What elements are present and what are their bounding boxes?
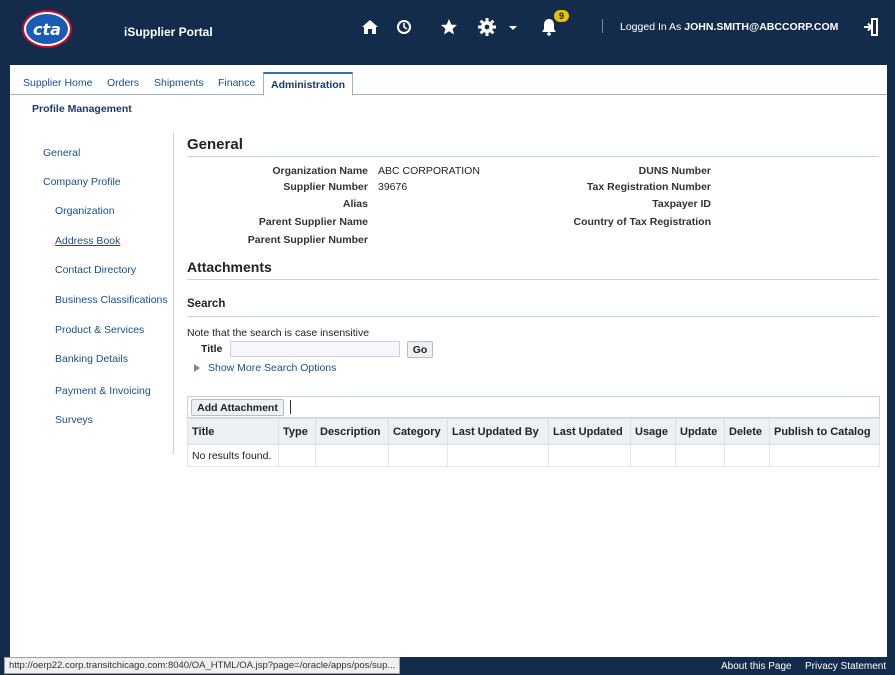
tab-finance[interactable]: Finance xyxy=(218,77,255,89)
cta-logo[interactable]: cta xyxy=(22,10,72,48)
empty-results-text: No results found. xyxy=(187,444,279,467)
app-header: cta iSupplier Portal 9 Logged In As JOHN… xyxy=(0,0,895,65)
table-cell xyxy=(769,444,880,467)
nav-banking-details[interactable]: Banking Details xyxy=(55,353,128,365)
tab-supplier-home[interactable]: Supplier Home xyxy=(23,77,92,89)
table-cell xyxy=(675,444,725,467)
privacy-statement-link[interactable]: Privacy Statement xyxy=(805,661,886,672)
about-this-page-link[interactable]: About this Page xyxy=(721,661,792,672)
chevron-down-icon[interactable] xyxy=(509,15,517,39)
add-attachment-button[interactable]: Add Attachment xyxy=(191,399,284,416)
col-last-updated[interactable]: Last Updated xyxy=(548,418,631,445)
taxpayer-id-label: Taxpayer ID xyxy=(652,198,711,210)
org-name-label: Organization Name xyxy=(272,165,368,177)
portal-title: iSupplier Portal xyxy=(124,25,213,39)
table-cell xyxy=(724,444,770,467)
nav-product-services[interactable]: Product & Services xyxy=(55,324,144,336)
table-header-row: Title Type Description Category Last Upd… xyxy=(187,418,880,445)
show-more-search-options-link[interactable]: Show More Search Options xyxy=(208,362,336,374)
search-note: Note that the search is case insensitive xyxy=(187,327,370,339)
col-category[interactable]: Category xyxy=(388,418,448,445)
logged-in-prefix: Logged In As xyxy=(620,21,682,33)
attachments-rule xyxy=(187,279,879,280)
supplier-number-value: 39676 xyxy=(378,181,408,193)
tax-reg-number-label: Tax Registration Number xyxy=(586,181,711,193)
title-search-input[interactable] xyxy=(230,341,400,357)
gear-icon[interactable] xyxy=(477,15,497,39)
go-button[interactable]: Go xyxy=(407,341,433,358)
notification-badge: 9 xyxy=(554,10,570,22)
tab-shipments[interactable]: Shipments xyxy=(154,77,204,89)
nav-business-classifications[interactable]: Business Classifications xyxy=(55,294,168,306)
toolbar-separator xyxy=(290,400,291,414)
parent-supplier-name-label: Parent Supplier Name xyxy=(258,216,368,228)
alias-label: Alias xyxy=(342,198,368,210)
col-description[interactable]: Description xyxy=(315,418,389,445)
search-heading: Search xyxy=(187,298,226,310)
col-last-updated-by[interactable]: Last Updated By xyxy=(447,418,549,445)
attachments-heading: Attachments xyxy=(187,259,272,275)
nav-surveys[interactable]: Surveys xyxy=(55,414,93,426)
col-update[interactable]: Update xyxy=(675,418,725,445)
header-divider xyxy=(602,19,603,33)
title-label: Title xyxy=(201,343,223,355)
tab-administration[interactable]: Administration xyxy=(263,72,354,96)
nav-organization[interactable]: Organization xyxy=(55,205,115,217)
nav-contact-directory[interactable]: Contact Directory xyxy=(55,264,136,276)
logged-in-label: Logged In As JOHN.SMITH@ABCCORP.COM xyxy=(620,21,838,33)
nav-company-profile[interactable]: Company Profile xyxy=(43,176,121,188)
duns-label: DUNS Number xyxy=(638,165,711,177)
nav-address-book[interactable]: Address Book xyxy=(55,235,120,247)
table-cell xyxy=(315,444,389,467)
home-icon[interactable] xyxy=(361,15,379,39)
country-tax-reg-label: Country of Tax Registration xyxy=(573,216,711,228)
frame-right xyxy=(887,65,895,657)
nav-divider xyxy=(173,132,174,454)
table-cell xyxy=(548,444,631,467)
col-type[interactable]: Type xyxy=(278,418,316,445)
parent-supplier-number-label: Parent Supplier Number xyxy=(247,234,368,246)
tab-orders[interactable]: Orders xyxy=(107,77,139,89)
table-cell xyxy=(630,444,676,467)
search-rule xyxy=(187,316,879,317)
col-usage[interactable]: Usage xyxy=(630,418,676,445)
table-cell xyxy=(447,444,549,467)
supplier-number-label: Supplier Number xyxy=(283,181,368,193)
expand-triangle-icon[interactable] xyxy=(194,364,200,372)
col-publish-to-catalog[interactable]: Publish to Catalog xyxy=(769,418,880,445)
status-url: http://oerp22.corp.transitchicago.com:80… xyxy=(4,657,401,674)
username: JOHN.SMITH@ABCCORP.COM xyxy=(684,21,839,33)
logout-icon[interactable] xyxy=(863,15,879,39)
table-cell xyxy=(278,444,316,467)
col-delete[interactable]: Delete xyxy=(724,418,770,445)
nav-general[interactable]: General xyxy=(43,147,80,159)
table-cell xyxy=(388,444,448,467)
star-icon[interactable] xyxy=(440,15,458,39)
clock-icon[interactable] xyxy=(396,15,412,39)
attachments-table: Title Type Description Category Last Upd… xyxy=(187,418,880,467)
general-heading: General xyxy=(187,136,243,153)
tab-bar: Supplier Home Orders Shipments Finance A… xyxy=(10,65,887,96)
table-row: No results found. xyxy=(187,444,880,467)
subtab-profile-management[interactable]: Profile Management xyxy=(32,103,132,115)
col-title[interactable]: Title xyxy=(187,418,279,445)
frame-left xyxy=(0,65,10,657)
nav-payment-invoicing[interactable]: Payment & Invoicing xyxy=(55,385,151,397)
org-name-value: ABC CORPORATION xyxy=(378,165,480,177)
logo-text: cta xyxy=(26,14,68,44)
general-rule xyxy=(187,156,879,157)
